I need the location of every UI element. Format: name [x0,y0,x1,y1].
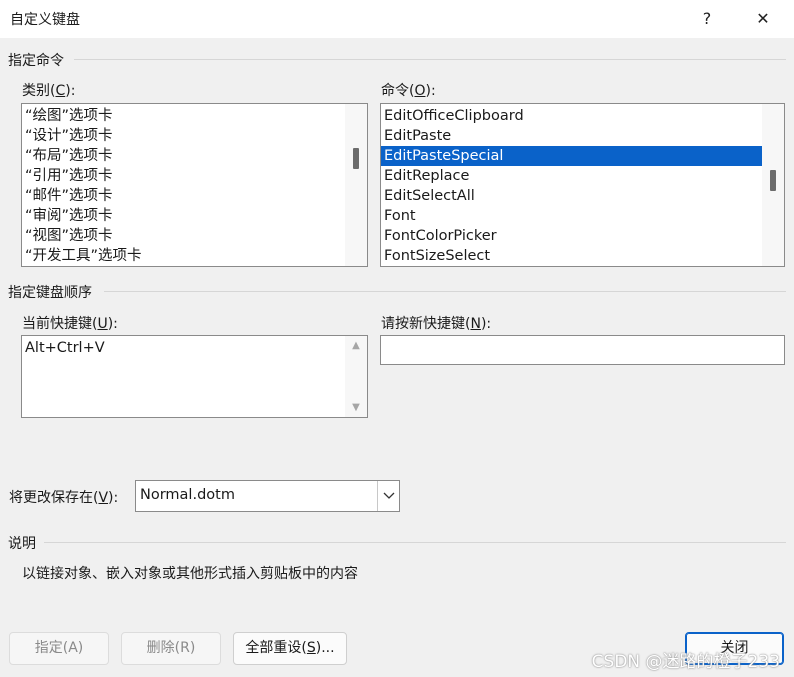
commands-scroll-thumb[interactable] [770,170,776,191]
scroll-down-arrow-icon[interactable]: ▼ [345,402,367,413]
description-text: 以链接对象、嵌入对象或其他形式插入剪贴板中的内容 [22,566,358,582]
category-list-item[interactable]: “视图”选项卡 [22,226,367,246]
current-key-item[interactable]: Alt+Ctrl+V [22,338,367,358]
new-shortcut-input[interactable] [380,335,785,365]
current-keys-listbox[interactable]: Alt+Ctrl+V ▲ ▼ [21,335,368,418]
specify-command-group-label: 指定命令 [8,53,64,69]
close-icon[interactable]: ✕ [738,0,788,38]
group-divider [44,542,786,543]
category-list-item[interactable]: “引用”选项卡 [22,166,367,186]
category-list-item[interactable]: “审阅”选项卡 [22,206,367,226]
commands-scrollbar[interactable] [762,104,784,266]
keyboard-sequence-group-label: 指定键盘顺序 [8,285,92,301]
command-list-item[interactable]: EditPasteSpecial [381,146,763,166]
current-keys-scrollbar[interactable]: ▲ ▼ [345,336,367,417]
group-divider [104,291,786,292]
reset-all-button[interactable]: 全部重设(S)... [233,632,347,665]
group-divider [74,59,786,60]
categories-label: 类别(C): [22,83,76,99]
command-list-item[interactable]: EditReplace [381,166,763,186]
command-list-item[interactable]: FontSizeSelect [381,246,763,266]
commands-label: 命令(O): [381,83,436,99]
category-list-item[interactable]: “开发工具”选项卡 [22,246,367,266]
save-in-label: 将更改保存在(V): [9,490,119,506]
watermark: CSDN @迷路的橙子233 [591,652,780,672]
help-icon[interactable]: ? [682,0,732,38]
description-group-label: 说明 [8,536,36,552]
command-list-item[interactable]: EditPaste [381,126,763,146]
current-keys-label: 当前快捷键(U): [22,316,118,332]
category-list-item[interactable]: “邮件”选项卡 [22,186,367,206]
assign-button[interactable]: 指定(A) [9,632,109,665]
save-in-value: Normal.dotm [140,487,235,503]
category-list-item[interactable]: “布局”选项卡 [22,146,367,166]
command-list-item[interactable]: EditOfficeClipboard [381,106,763,126]
categories-scroll-thumb[interactable] [353,148,359,169]
scroll-up-arrow-icon[interactable]: ▲ [345,340,367,351]
category-list-item[interactable]: “绘图”选项卡 [22,106,367,126]
new-shortcut-label: 请按新快捷键(N): [381,316,492,332]
categories-listbox[interactable]: “绘图”选项卡 “设计”选项卡 “布局”选项卡 “引用”选项卡 “邮件”选项卡 “审阅”选… [21,103,368,267]
remove-button[interactable]: 删除(R) [121,632,221,665]
command-list-item[interactable]: EditSelectAll [381,186,763,206]
command-list-item[interactable]: FontColorPicker [381,226,763,246]
category-list-item[interactable]: “设计”选项卡 [22,126,367,146]
categories-scrollbar[interactable] [345,104,367,266]
command-list-item[interactable]: Font [381,206,763,226]
commands-listbox[interactable]: EditOfficeClipboard EditPaste EditPasteSpe… [380,103,785,267]
dialog-title: 自定义键盘 [10,12,80,28]
chevron-down-icon[interactable] [377,481,399,511]
title-bar [0,0,794,38]
save-in-combobox[interactable]: Normal.dotm [135,480,400,512]
